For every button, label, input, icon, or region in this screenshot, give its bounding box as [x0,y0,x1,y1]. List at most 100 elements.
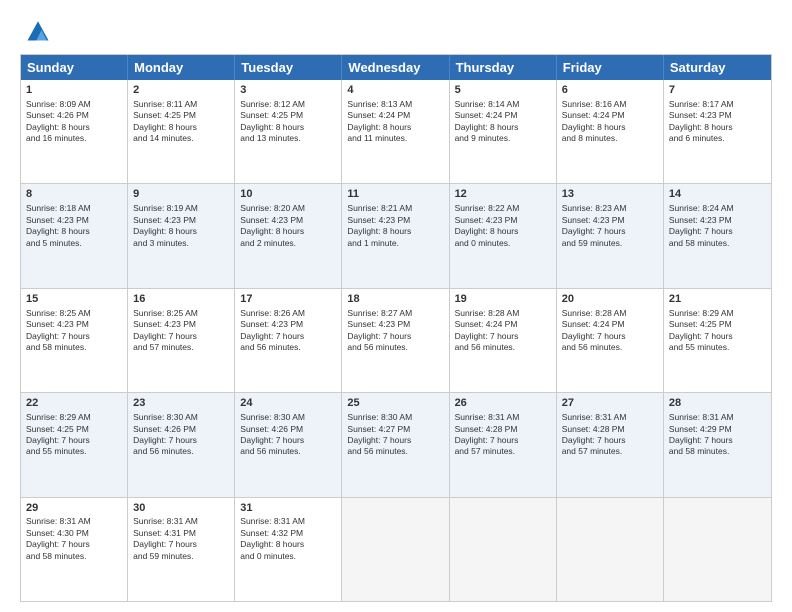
day-info: Sunset: 4:23 PM [133,319,229,330]
day-info: and 56 minutes. [240,446,336,457]
cal-cell: 4Sunrise: 8:13 AMSunset: 4:24 PMDaylight… [342,80,449,183]
cal-cell: 21Sunrise: 8:29 AMSunset: 4:25 PMDayligh… [664,289,771,392]
day-number: 31 [240,501,336,516]
cal-cell [342,498,449,601]
day-info: Sunset: 4:24 PM [562,110,658,121]
day-info: Daylight: 8 hours [240,539,336,550]
day-info: Sunrise: 8:24 AM [669,203,766,214]
day-number: 14 [669,187,766,202]
day-info: Sunrise: 8:09 AM [26,99,122,110]
day-info: Sunset: 4:23 PM [347,319,443,330]
day-info: Sunrise: 8:31 AM [133,516,229,527]
cal-cell: 6Sunrise: 8:16 AMSunset: 4:24 PMDaylight… [557,80,664,183]
day-info: and 59 minutes. [562,238,658,249]
day-info: Daylight: 7 hours [669,331,766,342]
day-info: Sunrise: 8:30 AM [133,412,229,423]
day-info: Daylight: 7 hours [347,435,443,446]
cal-cell: 7Sunrise: 8:17 AMSunset: 4:23 PMDaylight… [664,80,771,183]
cal-cell: 12Sunrise: 8:22 AMSunset: 4:23 PMDayligh… [450,184,557,287]
day-info: Sunset: 4:32 PM [240,528,336,539]
cal-cell: 15Sunrise: 8:25 AMSunset: 4:23 PMDayligh… [21,289,128,392]
day-number: 21 [669,292,766,307]
day-info: and 56 minutes. [240,342,336,353]
day-info: Sunset: 4:29 PM [669,424,766,435]
day-info: and 14 minutes. [133,133,229,144]
day-number: 3 [240,83,336,98]
day-info: and 3 minutes. [133,238,229,249]
day-number: 5 [455,83,551,98]
cal-row-2: 8Sunrise: 8:18 AMSunset: 4:23 PMDaylight… [21,183,771,287]
day-info: and 57 minutes. [133,342,229,353]
day-info: Sunrise: 8:19 AM [133,203,229,214]
cal-cell: 20Sunrise: 8:28 AMSunset: 4:24 PMDayligh… [557,289,664,392]
day-info: Sunrise: 8:28 AM [455,308,551,319]
day-info: and 0 minutes. [455,238,551,249]
day-number: 8 [26,187,122,202]
day-info: Sunrise: 8:31 AM [669,412,766,423]
day-info: Sunset: 4:25 PM [240,110,336,121]
cal-header-tuesday: Tuesday [235,55,342,80]
day-info: Sunrise: 8:30 AM [240,412,336,423]
day-info: Sunrise: 8:26 AM [240,308,336,319]
cal-header-sunday: Sunday [21,55,128,80]
day-info: and 58 minutes. [26,551,122,562]
day-number: 20 [562,292,658,307]
day-info: Daylight: 8 hours [347,122,443,133]
cal-cell [450,498,557,601]
day-info: Sunset: 4:31 PM [133,528,229,539]
cal-cell [557,498,664,601]
day-info: Daylight: 8 hours [240,122,336,133]
day-info: Sunset: 4:26 PM [26,110,122,121]
cal-cell: 22Sunrise: 8:29 AMSunset: 4:25 PMDayligh… [21,393,128,496]
day-info: Daylight: 7 hours [347,331,443,342]
day-info: Sunrise: 8:31 AM [562,412,658,423]
day-number: 28 [669,396,766,411]
day-info: and 2 minutes. [240,238,336,249]
day-number: 15 [26,292,122,307]
day-info: and 58 minutes. [669,446,766,457]
day-info: Daylight: 7 hours [562,226,658,237]
day-info: and 6 minutes. [669,133,766,144]
day-info: Sunrise: 8:16 AM [562,99,658,110]
day-info: Daylight: 7 hours [26,331,122,342]
day-number: 22 [26,396,122,411]
day-number: 4 [347,83,443,98]
day-info: Sunrise: 8:29 AM [26,412,122,423]
day-number: 24 [240,396,336,411]
day-info: Sunset: 4:26 PM [240,424,336,435]
day-number: 13 [562,187,658,202]
cal-cell: 3Sunrise: 8:12 AMSunset: 4:25 PMDaylight… [235,80,342,183]
day-number: 19 [455,292,551,307]
day-info: Sunset: 4:27 PM [347,424,443,435]
day-info: and 56 minutes. [347,446,443,457]
cal-row-4: 22Sunrise: 8:29 AMSunset: 4:25 PMDayligh… [21,392,771,496]
day-number: 6 [562,83,658,98]
day-number: 2 [133,83,229,98]
day-info: and 16 minutes. [26,133,122,144]
day-info: Daylight: 7 hours [133,539,229,550]
day-info: Sunset: 4:23 PM [26,319,122,330]
day-info: Daylight: 8 hours [669,122,766,133]
day-info: and 1 minute. [347,238,443,249]
day-info: and 56 minutes. [455,342,551,353]
day-info: Sunset: 4:25 PM [133,110,229,121]
day-info: Daylight: 7 hours [562,331,658,342]
cal-cell: 8Sunrise: 8:18 AMSunset: 4:23 PMDaylight… [21,184,128,287]
day-number: 7 [669,83,766,98]
cal-cell: 13Sunrise: 8:23 AMSunset: 4:23 PMDayligh… [557,184,664,287]
day-info: Sunrise: 8:29 AM [669,308,766,319]
cal-cell: 23Sunrise: 8:30 AMSunset: 4:26 PMDayligh… [128,393,235,496]
cal-row-3: 15Sunrise: 8:25 AMSunset: 4:23 PMDayligh… [21,288,771,392]
day-info: Daylight: 7 hours [455,435,551,446]
cal-cell: 2Sunrise: 8:11 AMSunset: 4:25 PMDaylight… [128,80,235,183]
day-info: Daylight: 8 hours [26,122,122,133]
day-number: 18 [347,292,443,307]
cal-header-saturday: Saturday [664,55,771,80]
day-info: Daylight: 8 hours [455,226,551,237]
day-info: Daylight: 7 hours [26,435,122,446]
day-info: Sunrise: 8:22 AM [455,203,551,214]
header [20,16,772,44]
day-info: Sunset: 4:23 PM [455,215,551,226]
day-info: and 5 minutes. [26,238,122,249]
day-info: Sunrise: 8:20 AM [240,203,336,214]
